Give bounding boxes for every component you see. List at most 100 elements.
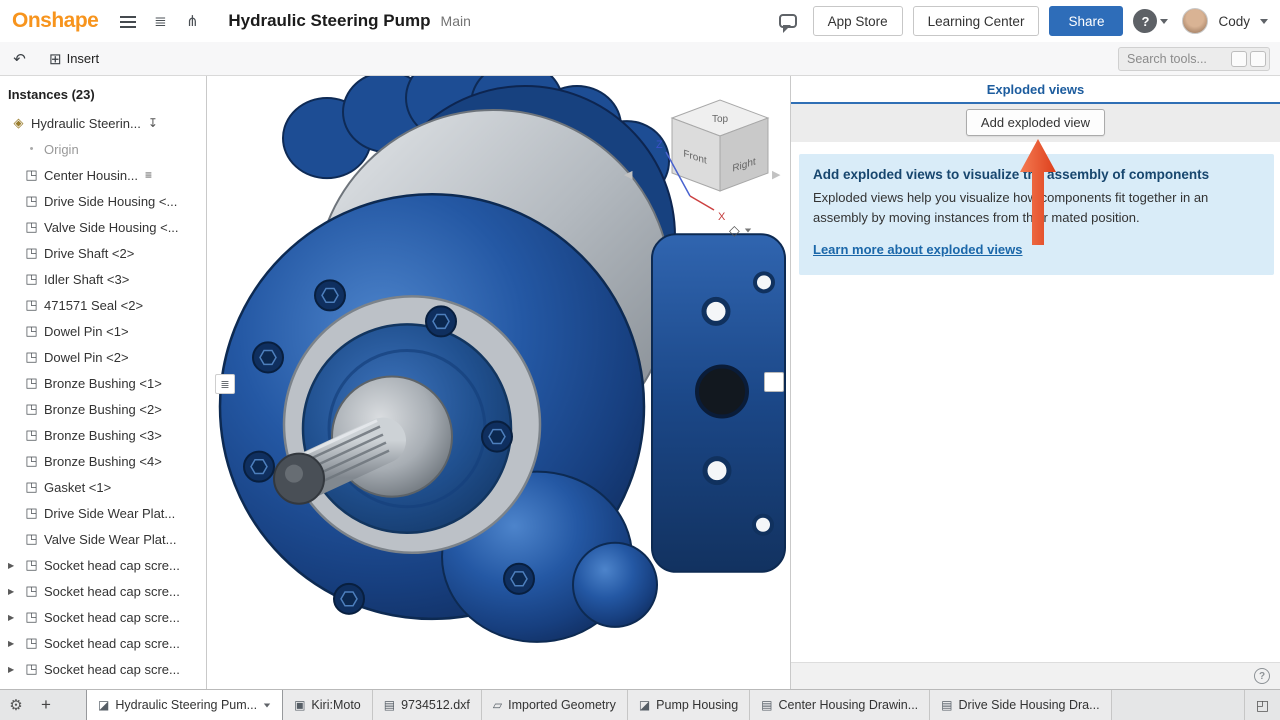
instance-root[interactable]: ◈ Hydraulic Steerin... ↧ [0, 110, 206, 136]
configurations-icon[interactable] [493, 45, 520, 72]
tab-hydraulic-steering-pump[interactable]: ◪ Hydraulic Steering Pum... [86, 690, 283, 720]
learn-more-link[interactable]: Learn more about exploded views [813, 242, 1023, 257]
replicate-icon[interactable] [358, 45, 385, 72]
linear-pattern-icon[interactable] [304, 45, 331, 72]
fastened-mate-icon[interactable] [169, 45, 196, 72]
mate-connector-icon[interactable] [196, 45, 223, 72]
instance-socket-head-cap-screw-3[interactable]: ▶ ◳ Socket head cap scre... [0, 604, 206, 630]
properties-panel-icon[interactable] [764, 372, 784, 392]
panel-help-icon[interactable]: ? [1254, 668, 1270, 684]
rotate-left-icon[interactable]: ◀ [624, 169, 633, 181]
instance-seal[interactable]: ◳ 471571 Seal <2> [0, 292, 206, 318]
tab-label: Imported Geometry [508, 698, 616, 712]
learning-center-button[interactable]: Learning Center [913, 6, 1040, 36]
instance-label: Dowel Pin <2> [44, 350, 129, 365]
trailing-icon[interactable]: ↧ [148, 116, 158, 130]
workspace-name[interactable]: Main [441, 13, 471, 29]
viewport-3d[interactable]: ≣ ◀ ▶ Top Front Right Z X ◇ [207, 76, 790, 689]
versions-icon[interactable]: ≣ [150, 12, 170, 30]
tab-pump-housing[interactable]: ◪ Pump Housing [628, 690, 750, 720]
instance-socket-head-cap-screw-4[interactable]: ▶ ◳ Socket head cap scre... [0, 630, 206, 656]
onshape-logo[interactable]: Onshape [12, 9, 98, 33]
add-exploded-view-button[interactable]: Add exploded view [966, 109, 1105, 136]
user-menu[interactable]: Cody [1218, 14, 1250, 29]
gear-icon[interactable]: ⚙ [0, 690, 32, 720]
parts-panel-icon[interactable] [764, 405, 784, 425]
trailing-icon[interactable]: ≡ [145, 168, 152, 182]
branch-icon[interactable]: ⋔ [182, 12, 202, 30]
instance-center-housing[interactable]: ◳ Center Housin... ≡ [0, 162, 206, 188]
instance-dowel-pin-1[interactable]: ◳ Dowel Pin <1> [0, 318, 206, 344]
undo-icon[interactable]: ↶ [6, 45, 33, 72]
instance-valve-side-wear-plate[interactable]: ◳ Valve Side Wear Plat... [0, 526, 206, 552]
help-icon[interactable]: ? [1133, 9, 1157, 33]
tab-manager-icon[interactable]: ◰ [1244, 690, 1280, 720]
simulation-icon[interactable] [547, 45, 574, 72]
insert-button[interactable]: ⊞ Insert [39, 45, 109, 72]
frames-icon[interactable] [574, 45, 601, 72]
menu-icon[interactable] [120, 15, 138, 28]
view-cube[interactable]: ◀ ▶ Top Front Right Z X [622, 88, 787, 238]
instance-gasket[interactable]: ◳ Gasket <1> [0, 474, 206, 500]
instance-drive-side-housing[interactable]: ◳ Drive Side Housing <... [0, 188, 206, 214]
appearance-icon[interactable] [520, 45, 547, 72]
expand-chevron-icon[interactable]: ▶ [8, 639, 23, 648]
share-button[interactable]: Share [1049, 6, 1123, 36]
tab-center-housing-drawing[interactable]: ▤ Center Housing Drawin... [750, 690, 930, 720]
main-area: Instances (23) ◈ Hydraulic Steerin... ↧ … [0, 76, 1280, 689]
expand-chevron-icon[interactable]: ▶ [8, 665, 23, 674]
measure-icon[interactable] [682, 45, 709, 72]
expand-chevron-icon[interactable]: ▶ [8, 613, 23, 622]
avatar[interactable] [1182, 8, 1208, 34]
new-tab-button[interactable]: + [32, 690, 60, 720]
instance-bronze-bushing-2[interactable]: ◳ Bronze Bushing <2> [0, 396, 206, 422]
instance-bronze-bushing-1[interactable]: ◳ Bronze Bushing <1> [0, 370, 206, 396]
toolbar-icons [115, 45, 736, 72]
instance-origin[interactable]: • Origin [0, 136, 206, 162]
instance-socket-head-cap-screw-2[interactable]: ▶ ◳ Socket head cap scre... [0, 578, 206, 604]
part-icon: ◳ [23, 609, 40, 625]
tab-drive-side-housing-drawing[interactable]: ▤ Drive Side Housing Dra... [930, 690, 1111, 720]
layers-panel-icon[interactable] [764, 438, 784, 458]
instance-dowel-pin-2[interactable]: ◳ Dowel Pin <2> [0, 344, 206, 370]
instances-flyout-handle-icon[interactable]: ≣ [215, 374, 235, 394]
instance-idler-shaft[interactable]: ◳ Idler Shaft <3> [0, 266, 206, 292]
display-options-button[interactable]: ◇ [729, 222, 752, 239]
routing-icon[interactable] [601, 45, 628, 72]
help-menu[interactable]: ? [1133, 9, 1168, 33]
instance-bronze-bushing-3[interactable]: ◳ Bronze Bushing <3> [0, 422, 206, 448]
section-view-icon[interactable] [655, 45, 682, 72]
instance-label: Socket head cap scre... [44, 584, 180, 599]
rotate-right-icon[interactable]: ▶ [772, 169, 781, 181]
instance-drive-shaft[interactable]: ◳ Drive Shaft <2> [0, 240, 206, 266]
group-icon[interactable] [223, 45, 250, 72]
app-store-button[interactable]: App Store [813, 6, 903, 36]
expand-chevron-icon[interactable]: ▶ [8, 587, 23, 596]
display-states-icon[interactable] [466, 45, 493, 72]
comments-icon[interactable] [779, 14, 797, 28]
named-positions-icon[interactable] [439, 45, 466, 72]
part-icon: ◳ [23, 297, 40, 313]
mass-properties-icon[interactable] [709, 45, 736, 72]
expand-chevron-icon[interactable]: ▶ [8, 561, 23, 570]
tab-kiri-moto[interactable]: ▣ Kiri:Moto [283, 690, 373, 720]
instance-label: 471571 Seal <2> [44, 298, 143, 313]
instance-drive-side-wear-plate[interactable]: ◳ Drive Side Wear Plat... [0, 500, 206, 526]
instance-socket-head-cap-screw-5[interactable]: ▶ ◳ Socket head cap scre... [0, 656, 206, 682]
publication-icon[interactable] [628, 45, 655, 72]
tab-imported-geometry[interactable]: ▱ Imported Geometry [482, 690, 628, 720]
instance-socket-head-cap-screw-1[interactable]: ▶ ◳ Socket head cap scre... [0, 552, 206, 578]
search-tools-input[interactable] [1118, 47, 1270, 71]
snap-mode-icon[interactable] [277, 45, 304, 72]
mate-icon[interactable] [142, 45, 169, 72]
circular-pattern-icon[interactable] [331, 45, 358, 72]
mate-relation-icon[interactable] [250, 45, 277, 72]
instance-label: Socket head cap scre... [44, 558, 180, 573]
history-icon[interactable] [115, 45, 142, 72]
instance-valve-side-housing[interactable]: ◳ Valve Side Housing <... [0, 214, 206, 240]
instance-bronze-bushing-4[interactable]: ◳ Bronze Bushing <4> [0, 448, 206, 474]
instance-label: Drive Shaft <2> [44, 246, 134, 261]
bom-icon[interactable] [412, 45, 439, 72]
tab-9734512-dxf[interactable]: ▤ 9734512.dxf [373, 690, 482, 720]
exploded-view-icon[interactable] [385, 45, 412, 72]
